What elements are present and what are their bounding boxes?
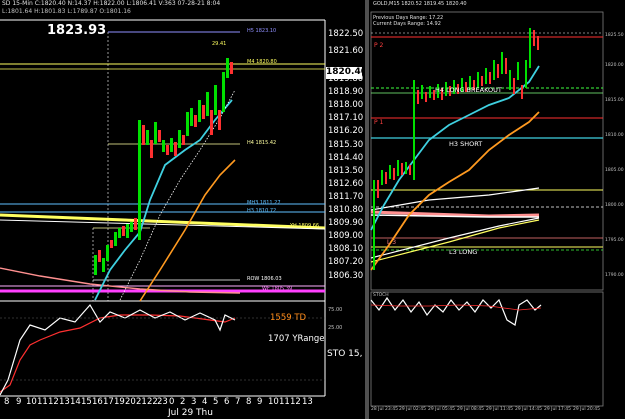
right-chart-header: GOLD,M15 1820.52 1819.45 1820.40 [373,1,467,7]
current-price-large: 1823.93 [47,23,107,38]
label-yh: YH 1809.66 [290,223,320,229]
label-mh3: MH3 1811.27 [247,200,281,206]
left-time-axis: 8 9 10 11 12 13 14 15 16 17 19 20 21 22 … [4,397,313,407]
label-h4: H4 1815.42 [247,140,277,146]
label-l3-long: L3 LONG [449,248,478,256]
left-date-label: Jul 29 Thu [168,408,213,418]
label-h4-long-breakout: H4 LONG BREAKOUT [435,86,502,94]
right-chart-panel[interactable]: GOLD,M15 1820.52 1819.45 1820.40 Previou… [369,0,625,419]
right-stoch-line [370,296,542,326]
right-price-axis: 1825.50 1820.00 1815.00 1810.00 1805.00 … [605,33,624,278]
right-time-axis: 28 Jul 23:45 29 Jul 02:45 29 Jul 05:45 2… [371,407,600,412]
osc-axis-25: 25.00 [328,325,343,331]
label-row: ROW 1806.03 [247,276,282,282]
label-h5: H5 1823.10 [247,28,277,34]
current-price-badge: 1820.40 [326,67,367,79]
label-h4-top: 29.41 [212,41,227,47]
sto-readout: STO 15, [327,349,363,359]
left-chart-canvas [0,19,326,397]
right-chart-canvas [370,11,604,407]
left-chart-panel[interactable]: SD 15-Min C:1820.40 N:14.37 H:1822.00 L:… [0,0,367,419]
label-wf: WF 1805.39 [262,286,293,292]
label-h3: H3 1810.72 [247,208,277,214]
label-p1: P 1 [374,119,384,126]
right-candles [373,28,539,270]
td-readout: 1559 TD [270,313,307,323]
label-l3: L 3 [387,239,397,246]
label-m4: M4 1820.80 [247,59,277,65]
right-osc-header: STOCH [373,293,389,298]
label-p2: P 2 [374,42,384,49]
osc-axis-75: 75.00 [328,307,343,313]
yrange-readout: 1707 YRange [268,334,325,344]
pink-trend-line [0,267,241,294]
label-h3-short: H3 SHORT [449,140,483,148]
right-info-line-2: Current Days Range: 14.92 [373,21,441,27]
